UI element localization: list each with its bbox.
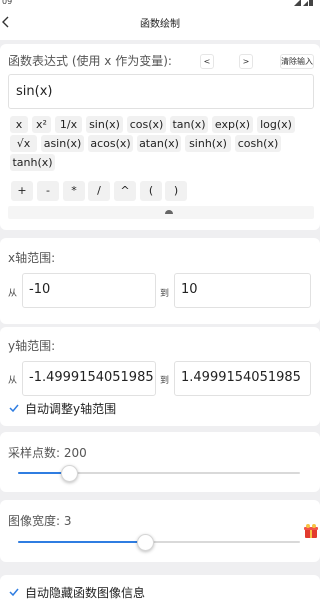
key-cos[interactable]: cos(x) — [127, 116, 166, 133]
line-width-label: 图像宽度: 3 — [8, 514, 72, 528]
key-x-squared[interactable]: x² — [32, 116, 51, 133]
expression-input[interactable]: sin(x) — [8, 74, 314, 109]
status-bar: 09 — [0, 0, 320, 10]
samples-label: 采样点数: 200 — [8, 446, 87, 460]
y-min-input[interactable]: -1.4999154051985 — [22, 361, 156, 396]
x-to-label: 到 — [160, 289, 170, 299]
x-max-input[interactable]: 10 — [174, 273, 311, 308]
check-icon — [9, 588, 19, 597]
status-time: 09 — [2, 0, 13, 6]
line-width-slider[interactable] — [18, 532, 300, 552]
y-max-input[interactable]: 1.4999154051985 — [174, 361, 311, 396]
signal-battery-icon — [294, 0, 313, 6]
key-exp[interactable]: exp(x) — [212, 116, 253, 133]
samples-slider-thumb[interactable] — [60, 465, 78, 482]
key-asin[interactable]: asin(x) — [41, 135, 84, 152]
samples-slider[interactable] — [18, 463, 300, 483]
line-width-card — [0, 500, 320, 562]
x-range-label: x轴范围: — [8, 251, 56, 265]
key-sinh[interactable]: sinh(x) — [185, 135, 231, 152]
page-title: 函数绘制 — [140, 19, 180, 30]
x-min-input[interactable]: -10 — [22, 273, 156, 308]
auto-adjust-y-label: 自动调整y轴范围 — [25, 402, 117, 416]
clear-input-button[interactable]: 清除输入 — [280, 54, 314, 69]
key-power[interactable]: ^ — [114, 181, 136, 201]
key-sqrt[interactable]: √x — [10, 135, 37, 152]
key-divide[interactable]: / — [88, 181, 110, 201]
expression-label: 函数表达式 (使用 x 作为变量): — [8, 54, 172, 68]
app-bar: 函数绘制 — [0, 10, 320, 40]
key-x[interactable]: x — [10, 116, 28, 133]
key-atan[interactable]: atan(x) — [137, 135, 181, 152]
gift-icon[interactable] — [302, 523, 320, 541]
check-icon — [9, 404, 19, 413]
key-sin[interactable]: sin(x) — [86, 116, 123, 133]
line-width-slider-fill — [18, 541, 145, 543]
key-open-paren[interactable]: ( — [140, 181, 162, 201]
keypad-collapse-bar[interactable] — [8, 206, 314, 219]
y-range-label: y轴范围: — [8, 339, 56, 353]
key-reciprocal[interactable]: 1/x — [55, 116, 82, 133]
samples-card — [0, 432, 320, 492]
y-to-label: 到 — [160, 376, 170, 386]
cursor-left-button[interactable]: < — [200, 54, 214, 69]
cursor-right-button[interactable]: > — [239, 54, 253, 69]
x-from-label: 从 — [8, 289, 18, 299]
key-close-paren[interactable]: ) — [165, 181, 187, 201]
auto-adjust-y-checkbox[interactable]: 自动调整y轴范围 — [8, 400, 148, 416]
key-multiply[interactable]: * — [63, 181, 85, 201]
key-plus[interactable]: + — [11, 181, 33, 201]
auto-hide-info-checkbox[interactable]: 自动隐藏函数图像信息 — [8, 584, 168, 600]
key-cosh[interactable]: cosh(x) — [235, 135, 281, 152]
key-acos[interactable]: acos(x) — [88, 135, 133, 152]
line-width-slider-thumb[interactable] — [136, 534, 154, 551]
key-tan[interactable]: tan(x) — [170, 116, 208, 133]
key-log[interactable]: log(x) — [257, 116, 295, 133]
collapse-handle-icon — [165, 210, 173, 214]
key-tanh[interactable]: tanh(x) — [10, 154, 55, 171]
auto-hide-info-label: 自动隐藏函数图像信息 — [25, 586, 146, 600]
key-minus[interactable]: - — [37, 181, 59, 201]
y-from-label: 从 — [8, 376, 18, 386]
